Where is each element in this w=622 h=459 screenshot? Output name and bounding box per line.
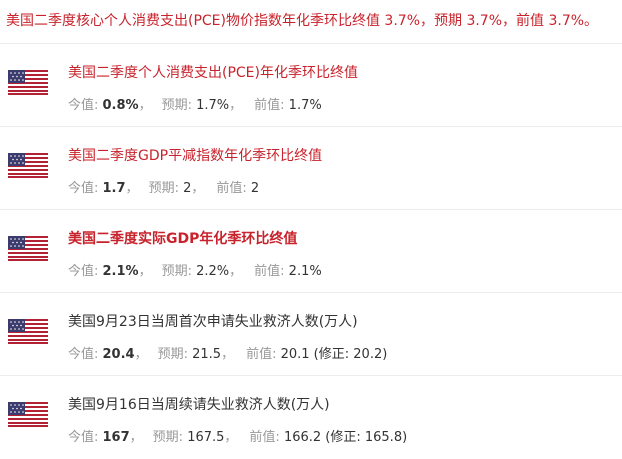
economic-calendar-list: 美国二季度个人消费支出(PCE)年化季环比终值 今值: 0.8%， 预期: 1.7… [0, 44, 622, 459]
forecast-label: 预期: [161, 98, 197, 113]
previous-value: 166.2 (修正: 165.8) [283, 430, 408, 445]
forecast-value: 21.5 [192, 347, 222, 362]
previous-label: 前值: [254, 98, 289, 113]
list-item[interactable]: 美国9月16日当周续请失业救济人数(万人) 今值: 167， 预期: 167.5，… [0, 376, 622, 459]
us-flag-icon [8, 319, 48, 344]
actual-label: 今值: [68, 98, 103, 113]
event-values: 今值: 1.7， 预期: 2， 前值: 2 [68, 177, 259, 196]
separator: ， [134, 347, 148, 362]
separator: ， [221, 347, 235, 362]
forecast-value: 1.7% [196, 98, 230, 113]
actual-value: 20.4 [102, 347, 135, 362]
previous-label: 前值: [249, 430, 284, 445]
us-flag-icon [8, 70, 48, 95]
forecast-value: 167.5 [187, 430, 225, 445]
forecast-label: 预期: [152, 430, 188, 445]
separator: ， [129, 430, 143, 445]
us-flag-icon [8, 402, 48, 427]
actual-label: 今值: [68, 181, 103, 196]
separator: ， [138, 264, 152, 279]
previous-value: 1.7% [288, 98, 322, 113]
event-values: 今值: 20.4， 预期: 21.5， 前值: 20.1 (修正: 20.2) [68, 343, 387, 362]
list-item[interactable]: 美国二季度个人消费支出(PCE)年化季环比终值 今值: 0.8%， 预期: 1.7… [0, 44, 622, 127]
separator: ， [229, 264, 243, 279]
previous-value: 2 [250, 181, 260, 196]
previous-label: 前值: [254, 264, 289, 279]
actual-value: 0.8% [102, 98, 139, 113]
forecast-label: 预期: [161, 264, 197, 279]
forecast-value: 2.2% [196, 264, 230, 279]
actual-label: 今值: [68, 430, 103, 445]
actual-label: 今值: [68, 347, 103, 362]
list-item[interactable]: 美国9月23日当周首次申请失业救济人数(万人) 今值: 20.4， 预期: 21.… [0, 293, 622, 376]
separator: ， [125, 181, 139, 196]
forecast-label: 预期: [148, 181, 184, 196]
us-flag-icon [8, 153, 48, 178]
actual-value: 167 [102, 430, 130, 445]
event-title[interactable]: 美国9月16日当周续请失业救济人数(万人) [68, 394, 330, 414]
event-title[interactable]: 美国二季度个人消费支出(PCE)年化季环比终值 [68, 62, 358, 82]
event-title[interactable]: 美国二季度实际GDP年化季环比终值 [68, 228, 297, 248]
event-values: 今值: 0.8%， 预期: 1.7%， 前值: 1.7% [68, 94, 322, 113]
separator: ， [138, 98, 152, 113]
actual-value: 1.7 [102, 181, 126, 196]
actual-label: 今值: [68, 264, 103, 279]
event-title[interactable]: 美国二季度GDP平减指数年化季环比终值 [68, 145, 322, 165]
separator: ， [191, 181, 205, 196]
previous-value: 2.1% [288, 264, 322, 279]
event-values: 今值: 167， 预期: 167.5， 前值: 166.2 (修正: 165.8) [68, 426, 407, 445]
forecast-label: 预期: [157, 347, 193, 362]
event-title[interactable]: 美国9月23日当周首次申请失业救济人数(万人) [68, 311, 358, 331]
list-item[interactable]: 美国二季度实际GDP年化季环比终值 今值: 2.1%， 预期: 2.2%， 前值: … [0, 210, 622, 293]
previous-label: 前值: [246, 347, 281, 362]
top-news-headline[interactable]: 美国二季度核心个人消费支出(PCE)物价指数年化季环比终值 3.7%，预期 3.… [0, 0, 622, 44]
list-item[interactable]: 美国二季度GDP平减指数年化季环比终值 今值: 1.7， 预期: 2， 前值: 2 [0, 127, 622, 210]
event-values: 今值: 2.1%， 预期: 2.2%， 前值: 2.1% [68, 260, 322, 279]
actual-value: 2.1% [102, 264, 139, 279]
separator: ， [224, 430, 238, 445]
separator: ， [229, 98, 243, 113]
us-flag-icon [8, 236, 48, 261]
previous-label: 前值: [216, 181, 251, 196]
previous-value: 20.1 (修正: 20.2) [280, 347, 388, 362]
